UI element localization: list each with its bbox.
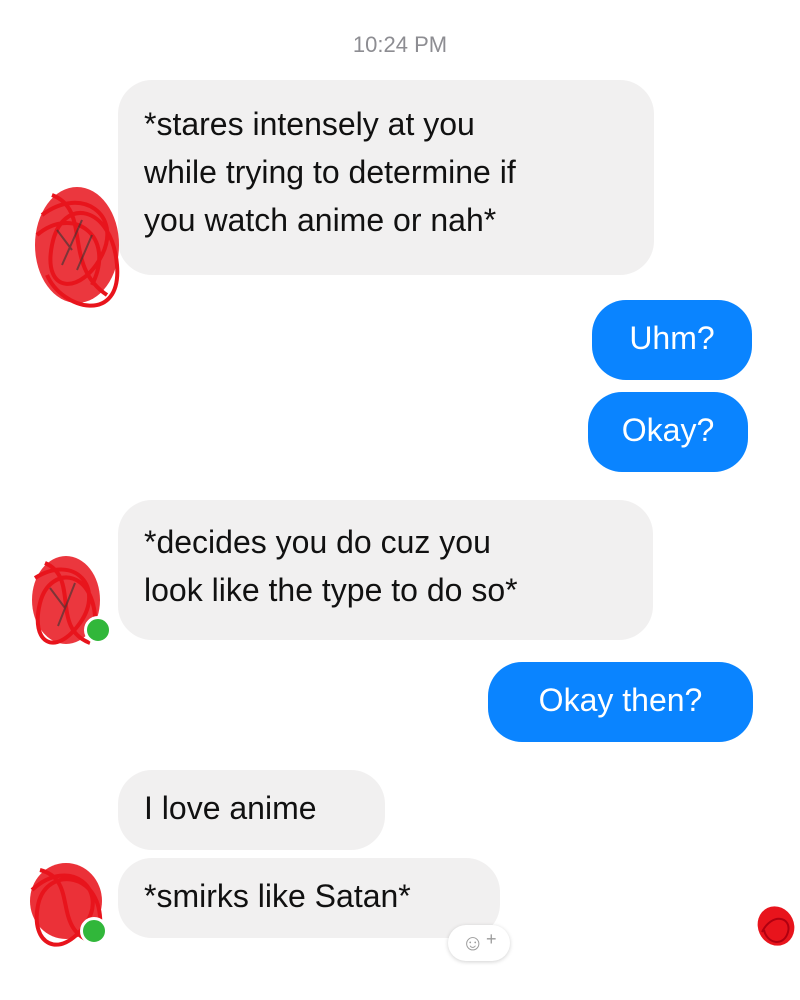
incoming-message-bubble[interactable]: *stares intensely at you while trying to…	[118, 80, 654, 275]
outgoing-message-bubble[interactable]: Okay then?	[488, 662, 753, 742]
message-line: while trying to determine if	[144, 154, 516, 190]
online-status-indicator	[80, 917, 108, 945]
message-timestamp: 10:24 PM	[352, 32, 448, 57]
message-text: I love anime	[144, 790, 317, 826]
incoming-message-bubble[interactable]: *decides you do cuz you look like the ty…	[118, 500, 653, 640]
plus-icon: +	[485, 928, 497, 949]
redacted-read-receipt-icon	[757, 906, 795, 946]
sender-avatar[interactable]	[22, 175, 132, 315]
sender-avatar[interactable]	[20, 548, 115, 653]
redacted-avatar-scribble-icon	[35, 187, 120, 308]
message-line: *stares intensely at you	[144, 106, 475, 142]
add-reaction-button[interactable]: ☺ +	[448, 925, 510, 961]
message-text: Okay?	[621, 412, 715, 448]
incoming-message-bubble[interactable]: *smirks like Satan*	[118, 858, 500, 938]
message-text: *smirks like Satan*	[144, 878, 411, 914]
online-status-indicator	[84, 616, 112, 644]
outgoing-message-bubble[interactable]: Okay?	[588, 392, 748, 472]
message-line: look like the type to do so*	[144, 572, 518, 608]
chat-screen: 10:24 PM *stares intensely at you while …	[0, 0, 800, 1000]
smiley-add-icon: ☺	[461, 930, 484, 955]
message-text: Okay then?	[538, 682, 703, 718]
read-receipt-avatar	[752, 902, 800, 950]
message-line: *decides you do cuz you	[144, 524, 491, 560]
outgoing-message-bubble[interactable]: Uhm?	[592, 300, 752, 380]
message-text: Uhm?	[629, 320, 715, 356]
sender-avatar[interactable]	[20, 855, 115, 950]
message-line: you watch anime or nah*	[144, 202, 497, 238]
incoming-message-bubble[interactable]: I love anime	[118, 770, 385, 850]
